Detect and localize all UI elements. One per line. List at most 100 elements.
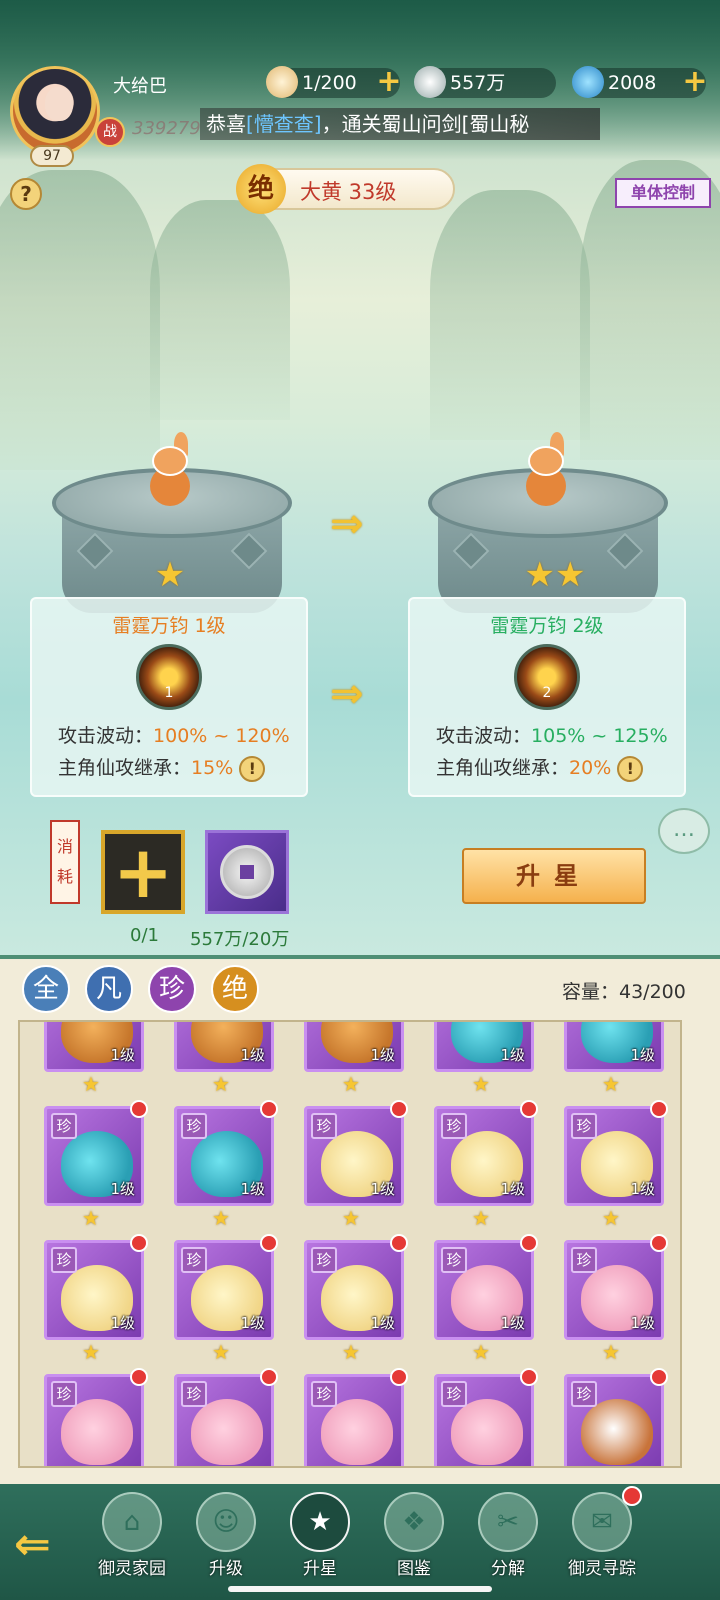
nav-item[interactable]: ❖ 图鉴: [370, 1492, 458, 1588]
info-icon[interactable]: !: [239, 755, 266, 782]
star-icon: ★: [154, 555, 186, 595]
pet-card[interactable]: 珍 1级 ★: [428, 1100, 538, 1230]
notification-dot: [260, 1100, 278, 1118]
nav-item[interactable]: ★ 升星: [276, 1492, 364, 1588]
filter-tab[interactable]: 珍: [148, 965, 196, 1013]
star-icon: ★: [524, 555, 555, 595]
notification-dot: [130, 1368, 148, 1386]
pet-level: 1级: [630, 1180, 655, 1198]
nav-label: 图鉴: [397, 1559, 431, 1579]
attack-value: 100% ~ 120%: [153, 725, 290, 747]
pet-card[interactable]: 珍 1级 ★: [168, 1234, 278, 1364]
filter-tab[interactable]: 凡: [85, 965, 133, 1013]
pet-card[interactable]: 珍 1级 ★: [168, 1100, 278, 1230]
pet-card[interactable]: 1级 ★: [298, 1022, 404, 1096]
pet-card[interactable]: 珍 1级 ★: [558, 1100, 668, 1230]
help-button[interactable]: ?: [10, 178, 42, 210]
pet-card[interactable]: 珍 1级 ★: [38, 1234, 148, 1364]
nav-item[interactable]: ✉ 御灵寻踪: [558, 1486, 646, 1588]
pet-rarity-badge: 珍: [51, 1113, 77, 1139]
player-avatar[interactable]: [10, 66, 100, 156]
nav-label: 升星: [303, 1559, 337, 1579]
upstar-button[interactable]: 升星: [462, 848, 646, 904]
single-control-tag[interactable]: 单体控制: [615, 178, 711, 208]
pet-card-frame: 1级: [174, 1022, 274, 1072]
pet-level: 1级: [110, 1314, 135, 1332]
add-material-slot[interactable]: +: [101, 830, 185, 914]
star-icon: ★: [212, 1340, 230, 1364]
pet-model-current: [140, 432, 200, 516]
pink-pet-icon: [451, 1399, 523, 1465]
info-icon[interactable]: !: [617, 755, 644, 782]
skill-name: 雷霆万钧 1级: [112, 615, 226, 637]
pet-level: 1级: [110, 1180, 135, 1198]
resource-silver: 557万: [414, 66, 556, 98]
resource-bun: 1/200 +: [266, 66, 402, 98]
nav-item[interactable]: ⌂ 御灵家园: [88, 1492, 176, 1588]
notification-dot: [390, 1368, 408, 1386]
add-bun-button[interactable]: +: [374, 67, 404, 98]
pet-card[interactable]: 珍 1级 ★: [298, 1100, 408, 1230]
skill-icon-level: 1: [164, 685, 174, 701]
pet-level: 1级: [500, 1046, 525, 1064]
pet-card-frame: 珍 1级: [44, 1240, 144, 1340]
home-indicator: [228, 1586, 492, 1592]
pet-level: 1级: [630, 1046, 655, 1064]
pet-card[interactable]: 1级 ★: [168, 1022, 274, 1096]
skill-icon-level: 2: [542, 685, 552, 701]
star-icon: ★: [82, 1340, 100, 1364]
pet-card[interactable]: 珍★: [558, 1368, 668, 1466]
pet-card-frame: 珍 1级: [174, 1106, 274, 1206]
star-icon: ★: [472, 1340, 490, 1364]
pet-head: [152, 446, 188, 476]
marquee-suffix: ，通关蜀山问剑[蜀山秘: [321, 112, 530, 136]
thunder-skill-icon[interactable]: 1: [136, 644, 202, 710]
nav-item[interactable]: ✂ 分解: [464, 1492, 552, 1588]
pet-level: 1级: [630, 1314, 655, 1332]
pet-card[interactable]: 1级 ★: [428, 1022, 534, 1096]
pet-level: 1级: [370, 1046, 395, 1064]
chat-icon[interactable]: …: [658, 808, 710, 854]
consume-label: 消耗: [50, 820, 80, 904]
pet-card[interactable]: 珍 1级 ★: [38, 1100, 148, 1230]
pet-card-frame: 珍 1级: [434, 1106, 534, 1206]
stars-current: ★: [130, 555, 210, 595]
pink-pet-icon: [321, 1399, 393, 1465]
pet-card[interactable]: 珍 1级 ★: [428, 1234, 538, 1364]
filter-tab[interactable]: 绝: [211, 965, 259, 1013]
pet-rarity-badge: 珍: [311, 1381, 337, 1407]
dog-pet-icon: [581, 1399, 653, 1465]
silver-coin-icon: [414, 66, 446, 98]
pet-model-next: [516, 432, 576, 516]
pet-card[interactable]: 珍★: [38, 1368, 148, 1466]
pet-head: [528, 446, 564, 476]
pet-rarity-badge: 珍: [181, 1113, 207, 1139]
pet-rarity-badge: 珍: [441, 1247, 467, 1273]
nav-item[interactable]: ☺ 升级: [182, 1492, 270, 1588]
filter-tab[interactable]: 全: [22, 965, 70, 1013]
marquee-player: [懵查查]: [246, 112, 322, 136]
arrow-right-icon: ⇒: [330, 501, 364, 547]
thunder-skill-icon[interactable]: 2: [514, 644, 580, 710]
pet-card[interactable]: 珍★: [428, 1368, 538, 1466]
nav-label: 御灵寻踪: [568, 1559, 636, 1579]
pet-card[interactable]: 1级 ★: [558, 1022, 664, 1096]
add-jade-button[interactable]: +: [680, 67, 710, 98]
pet-rarity-badge: 珍: [51, 1247, 77, 1273]
pet-card[interactable]: 珍★: [168, 1368, 278, 1466]
pet-card[interactable]: 珍★: [298, 1368, 408, 1466]
notification-dot: [130, 1234, 148, 1252]
pet-grid[interactable]: 1级 ★ 1级 ★ 1级 ★ 1级 ★ 1级 ★ 珍 1级 ★ 珍 1级 ★ 珍 1级 ★ 珍 1级 ★ 珍 1级 ★ 珍 1级 ★ 珍…: [18, 1020, 682, 1468]
inherit-label: 主角仙攻继承：: [436, 757, 570, 779]
pet-card[interactable]: 1级 ★: [38, 1022, 144, 1096]
player-name: 大给巴: [113, 76, 167, 97]
attack-stat: 攻击波动：105% ~ 125%: [436, 721, 668, 748]
back-arrow-icon[interactable]: ⇐: [14, 1520, 80, 1570]
coin-cost-slot[interactable]: [205, 830, 289, 914]
rarity-badge: 绝: [236, 164, 286, 214]
nav-label: 升级: [209, 1559, 243, 1579]
pet-card-frame: 1级: [44, 1022, 144, 1072]
pet-card[interactable]: 珍 1级 ★: [558, 1234, 668, 1364]
pet-card[interactable]: 珍 1级 ★: [298, 1234, 408, 1364]
mountain-mid-left: [150, 200, 290, 420]
